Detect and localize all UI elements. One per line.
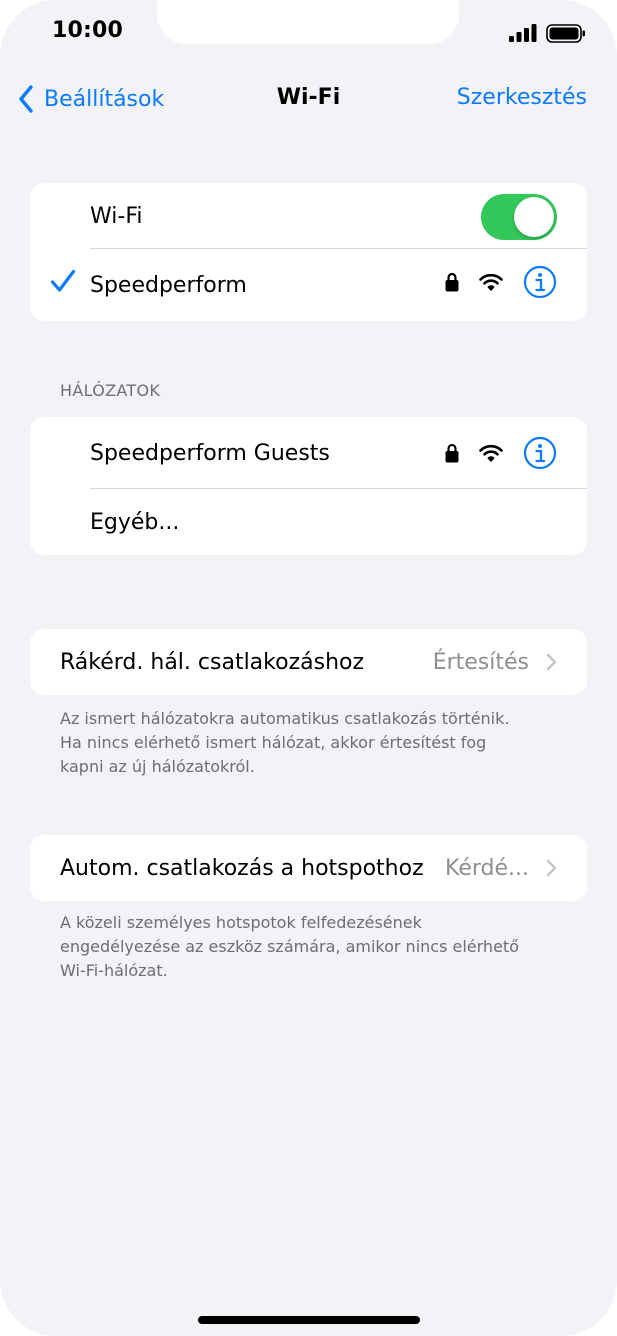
network-row[interactable]: Speedperform Guests	[30, 417, 587, 489]
auto-hotspot-label: Autom. csatlakozás a hotspothoz	[60, 855, 424, 881]
wifi-toggle-switch[interactable]	[481, 194, 557, 240]
status-time: 10:00	[52, 18, 124, 43]
auto-hotspot-group: Autom. csatlakozás a hotspothoz Kérdé...	[30, 835, 587, 901]
edit-button[interactable]: Szerkesztés	[457, 85, 587, 110]
ask-join-label: Rákérd. hál. csatlakozáshoz	[60, 649, 365, 675]
wifi-toggle-row: Wi-Fi	[30, 183, 587, 249]
ask-join-footer: Az ismert hálózatokra automatikus csatla…	[60, 709, 510, 776]
auto-hotspot-value: Kérdé...	[444, 855, 529, 881]
networks-group: Speedperform Guests Egyéb...	[30, 417, 587, 555]
checkmark-icon	[50, 269, 76, 292]
notch	[157, 0, 459, 44]
lock-icon	[445, 272, 459, 292]
cellular-signal-icon	[509, 24, 537, 42]
toggle-knob	[514, 197, 554, 237]
ask-join-row[interactable]: Rákérd. hál. csatlakozáshoz Értesítés	[30, 629, 587, 695]
networks-section-header: HÁLÓZATOK	[60, 381, 161, 400]
lock-icon	[445, 443, 459, 463]
network-name: Speedperform Guests	[90, 440, 330, 466]
ask-join-value: Értesítés	[432, 649, 529, 675]
info-icon[interactable]	[523, 265, 557, 299]
wifi-toggle-label: Wi-Fi	[90, 203, 143, 229]
other-network-label: Egyéb...	[90, 509, 180, 535]
connected-network-row[interactable]: Speedperform	[30, 249, 587, 321]
wifi-icon	[479, 273, 503, 291]
connected-network-icons	[445, 265, 557, 299]
auto-hotspot-footer: A közeli személyes hotspotok felfedezésé…	[60, 913, 519, 980]
phone-screen: 10:00 Beállítások Wi-Fi Szerkesztés Wi-F…	[0, 0, 617, 1336]
network-icons	[445, 436, 557, 470]
wifi-group: Wi-Fi Speedperform	[30, 183, 587, 321]
other-network-row[interactable]: Egyéb...	[30, 489, 587, 555]
ask-join-group: Rákérd. hál. csatlakozáshoz Értesítés	[30, 629, 587, 695]
chevron-right-icon	[546, 653, 557, 671]
auto-hotspot-row[interactable]: Autom. csatlakozás a hotspothoz Kérdé...	[30, 835, 587, 901]
home-indicator[interactable]	[198, 1316, 420, 1324]
chevron-right-icon	[546, 859, 557, 877]
battery-icon	[546, 24, 585, 43]
connected-network-name: Speedperform	[90, 272, 247, 298]
wifi-icon	[479, 444, 503, 462]
info-icon[interactable]	[523, 436, 557, 470]
